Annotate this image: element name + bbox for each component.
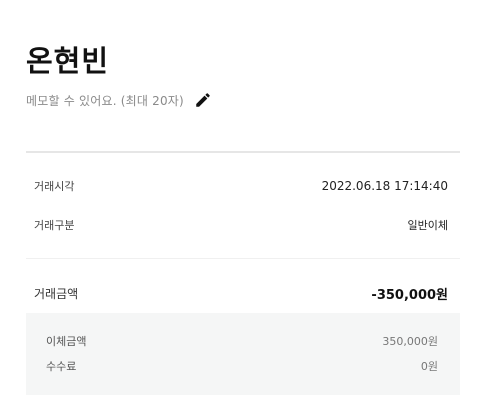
transaction-type-value: 일반이체: [407, 219, 448, 232]
transaction-time-value: 2022.06.18 17:14:40: [321, 179, 448, 193]
transaction-type-row: 거래구분 일반이체: [26, 215, 448, 235]
transfer-amount-value: 350,000원: [382, 335, 438, 348]
transaction-amount-value: -350,000원: [371, 287, 448, 303]
pencil-icon[interactable]: [194, 91, 212, 109]
fee-row: 수수료 0원: [46, 357, 438, 375]
transfer-amount-row: 이체금액 350,000원: [46, 332, 438, 350]
memo-placeholder[interactable]: 메모할 수 있어요. (최대 20자): [26, 92, 184, 109]
transaction-time-row: 거래시각 2022.06.18 17:14:40: [26, 176, 448, 196]
section-divider: [26, 151, 460, 153]
fee-value: 0원: [420, 360, 438, 373]
transaction-amount-row: 거래금액 -350,000원: [26, 283, 448, 303]
section-divider: [26, 258, 460, 259]
fee-label: 수수료: [46, 360, 77, 373]
transaction-time-label: 거래시각: [34, 180, 75, 193]
transfer-amount-label: 이체금액: [46, 335, 87, 348]
memo-row[interactable]: 메모할 수 있어요. (최대 20자): [26, 90, 212, 110]
amount-breakdown-box: 이체금액 350,000원 수수료 0원: [26, 313, 460, 395]
page-title: 온현빈: [26, 44, 110, 78]
transaction-type-label: 거래구분: [34, 219, 75, 232]
transaction-amount-label: 거래금액: [34, 286, 79, 301]
